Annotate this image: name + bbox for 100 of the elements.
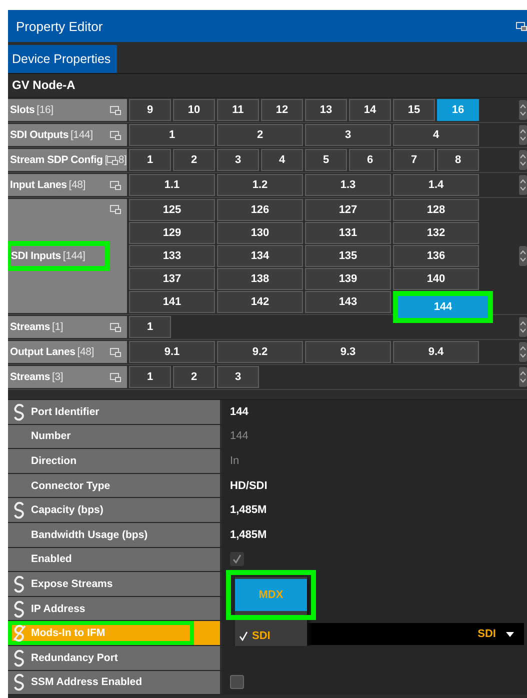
grid-cell[interactable]: 136 [393,245,479,267]
popout-icon[interactable] [110,348,121,356]
label-text: SDI Inputs [144] [8,241,110,271]
property-label[interactable]: Expose Streams [8,572,222,596]
grid-cell[interactable]: 126 [217,199,303,221]
grid-cell[interactable]: 4 [393,124,479,146]
grid-cell[interactable]: 2 [217,124,303,146]
grid-cell[interactable]: 3 [305,124,391,146]
grid-cell[interactable]: 7 [393,149,435,171]
grid-cell[interactable]: 5 [305,149,347,171]
property-label[interactable]: Connector Type [8,474,222,498]
popout-icon[interactable] [516,22,527,30]
grid-cell[interactable]: 12 [261,99,303,121]
property-label[interactable]: Enabled [8,548,222,572]
label-text: Capacity (bps) [31,504,104,516]
grid-cell[interactable]: 137 [129,268,215,290]
grid-cell[interactable]: 14 [349,99,391,121]
label-text: Stream SDP Config [ [9,154,108,166]
property-label[interactable]: Redundancy Port [8,646,222,670]
property-value: 144 [230,406,248,418]
grid-cell[interactable]: 9.1 [129,341,215,363]
grid-cell[interactable]: 1.4 [393,174,479,196]
popout-icon[interactable] [110,130,121,140]
grid-cell[interactable]: 142 [217,291,303,313]
popout-icon[interactable] [110,180,121,190]
grid-cell[interactable]: 1 [129,316,171,338]
grid-cell[interactable]: 3 [217,149,259,171]
check-icon [239,631,248,642]
property-label[interactable]: IP Address [8,596,222,620]
grid-cell[interactable]: 138 [217,268,303,290]
scroll-arrows-icon[interactable] [519,150,527,170]
device-name: GV Node-A [8,74,527,98]
tab[interactable]: Device Properties [8,45,117,73]
grid-cell[interactable]: 9.4 [393,341,479,363]
property-label[interactable]: Number [8,424,222,448]
label-text: Output Lanes [48] [9,346,94,358]
popout-icon[interactable] [110,322,121,332]
scroll-arrows-icon[interactable] [519,342,527,362]
property-label[interactable]: SSM Address Enabled [8,670,222,694]
label-text: SDI Outputs [144] [9,129,93,141]
grid-cell[interactable]: 133 [129,245,215,267]
grid-cell[interactable]: 1.2 [217,174,303,196]
grid-cell[interactable]: 140 [393,268,479,290]
scroll-arrows-icon[interactable] [519,100,527,120]
grid-cell[interactable]: 1 [129,124,215,146]
label-text: Number [31,430,71,442]
grid-cell[interactable]: 131 [305,222,391,244]
label-text: Port Identifier [31,406,100,418]
property-label[interactable]: Direction [8,449,222,473]
grid-cell[interactable]: 9.2 [217,341,303,363]
label-text: Mods-In to IFM [31,627,106,640]
popout-icon[interactable] [110,106,121,114]
grid-cell[interactable]: 15 [393,99,435,121]
label-text: Redundancy Port [31,652,118,664]
popout-icon[interactable] [107,156,118,164]
grid-cell[interactable]: 1.1 [129,174,215,196]
grid-cell[interactable]: 128 [393,199,479,221]
grid-cell[interactable]: 129 [129,222,215,244]
grid-cell[interactable]: 125 [129,199,215,221]
popout-icon[interactable] [110,205,121,214]
grid-cell[interactable]: 134 [217,245,303,267]
scroll-arrows-icon[interactable] [519,175,527,195]
grid-cell[interactable]: 13 [305,99,347,121]
grid-cell[interactable]: 1 [129,149,171,171]
property-label[interactable]: Capacity (bps) [8,498,222,522]
grid-cell[interactable]: 11 [217,99,259,121]
grid-cell[interactable]: 132 [393,222,479,244]
grid-cell[interactable]: 139 [305,268,391,290]
grid-cell[interactable]: 8 [437,149,479,171]
popout-icon[interactable] [110,372,121,382]
grid-cell[interactable]: 135 [305,245,391,267]
label-text: Connector Type [31,480,110,492]
window-title: Property Editor [16,18,103,34]
property-label[interactable]: Port Identifier [8,400,222,424]
scroll-arrows-icon[interactable] [519,317,527,337]
scroll-arrows-icon[interactable] [519,367,527,387]
label-text: Enabled [31,553,72,566]
caret-icon [506,632,514,637]
label-text: Input Lanes [48] [9,179,86,191]
grid-cell[interactable]: 2 [173,366,215,388]
grid-cell[interactable]: 9 [129,99,171,121]
grid-cell[interactable]: 1.3 [305,174,391,196]
label-text: Expose Streams [31,578,113,590]
scroll-arrows-icon[interactable] [519,246,527,266]
scroll-arrows-icon[interactable] [519,125,527,145]
grid-cell[interactable]: 143 [305,291,391,313]
grid-cell[interactable]: 10 [173,99,215,121]
grid-cell[interactable]: 4 [261,149,303,171]
grid-cell[interactable]: 3 [217,366,259,388]
grid-cell[interactable]: 6 [349,149,391,171]
grid-cell[interactable]: 130 [217,222,303,244]
grid-cell[interactable]: 141 [129,291,215,313]
property-value: 1,485M [230,528,267,541]
checkbox[interactable] [230,675,244,690]
grid-cell[interactable]: 2 [173,149,215,171]
property-label[interactable]: Bandwidth Usage (bps) [8,522,222,547]
grid-cell[interactable]: 1 [129,366,171,388]
grid-cell[interactable]: 127 [305,199,391,221]
grid-cell[interactable]: 9.3 [305,341,391,363]
label-text: Slots [16] [9,104,54,116]
